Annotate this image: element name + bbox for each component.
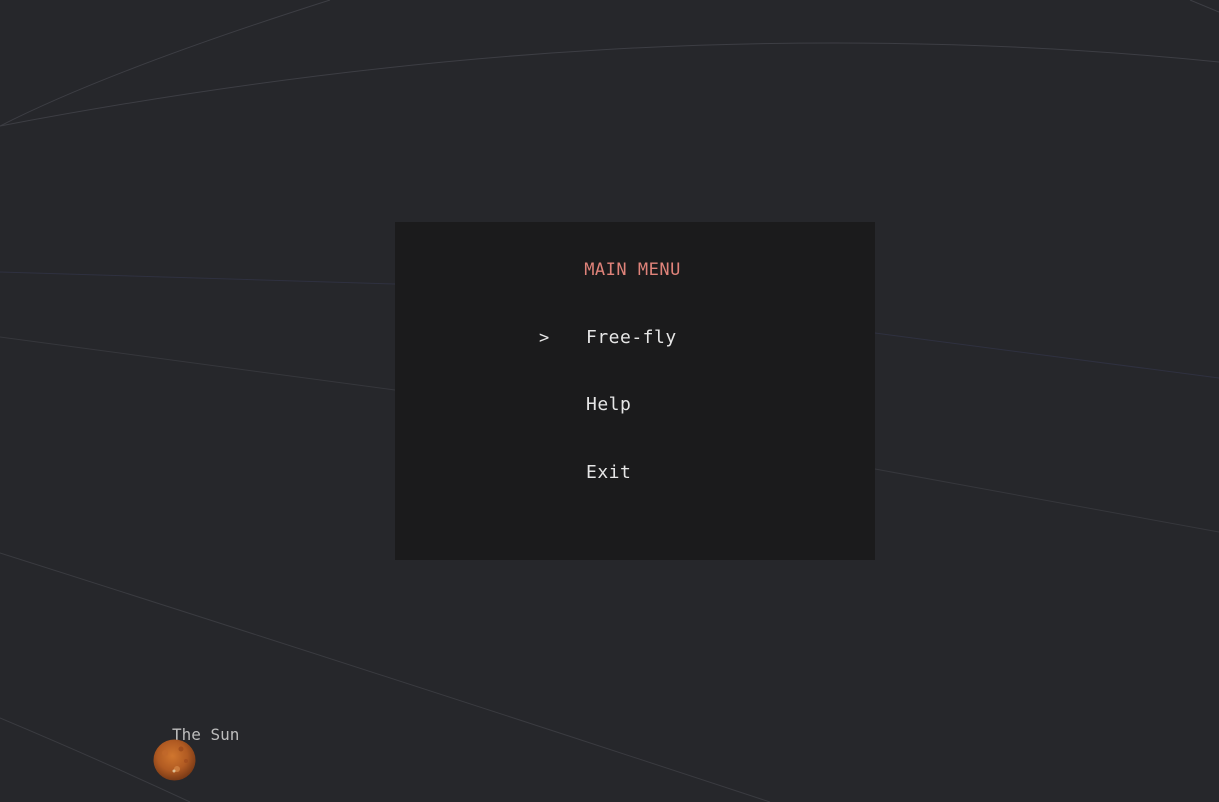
orbit-line (0, 336, 396, 391)
menu-item-free-fly[interactable]: Free-fly (586, 327, 677, 348)
orbit-line (874, 332, 1219, 379)
orbit-line (0, 271, 396, 285)
menu-item-help[interactable]: Help (586, 394, 631, 415)
orbit-line (0, 42, 1219, 127)
menu-item-exit[interactable]: Exit (586, 462, 631, 483)
main-menu-panel: MAIN MENU > Free-fly Help Exit (395, 222, 875, 560)
orbit-line (1189, 0, 1219, 13)
orbit-line (874, 468, 1219, 533)
sun-icon[interactable] (153, 739, 196, 781)
orbit-line (0, 552, 771, 802)
selection-indicator: > (539, 328, 550, 348)
orbit-line (0, 0, 331, 127)
space-scene: The Sun MAIN MENU > Free-fly Help Exit (0, 0, 1219, 802)
menu-title: MAIN MENU (584, 260, 681, 280)
